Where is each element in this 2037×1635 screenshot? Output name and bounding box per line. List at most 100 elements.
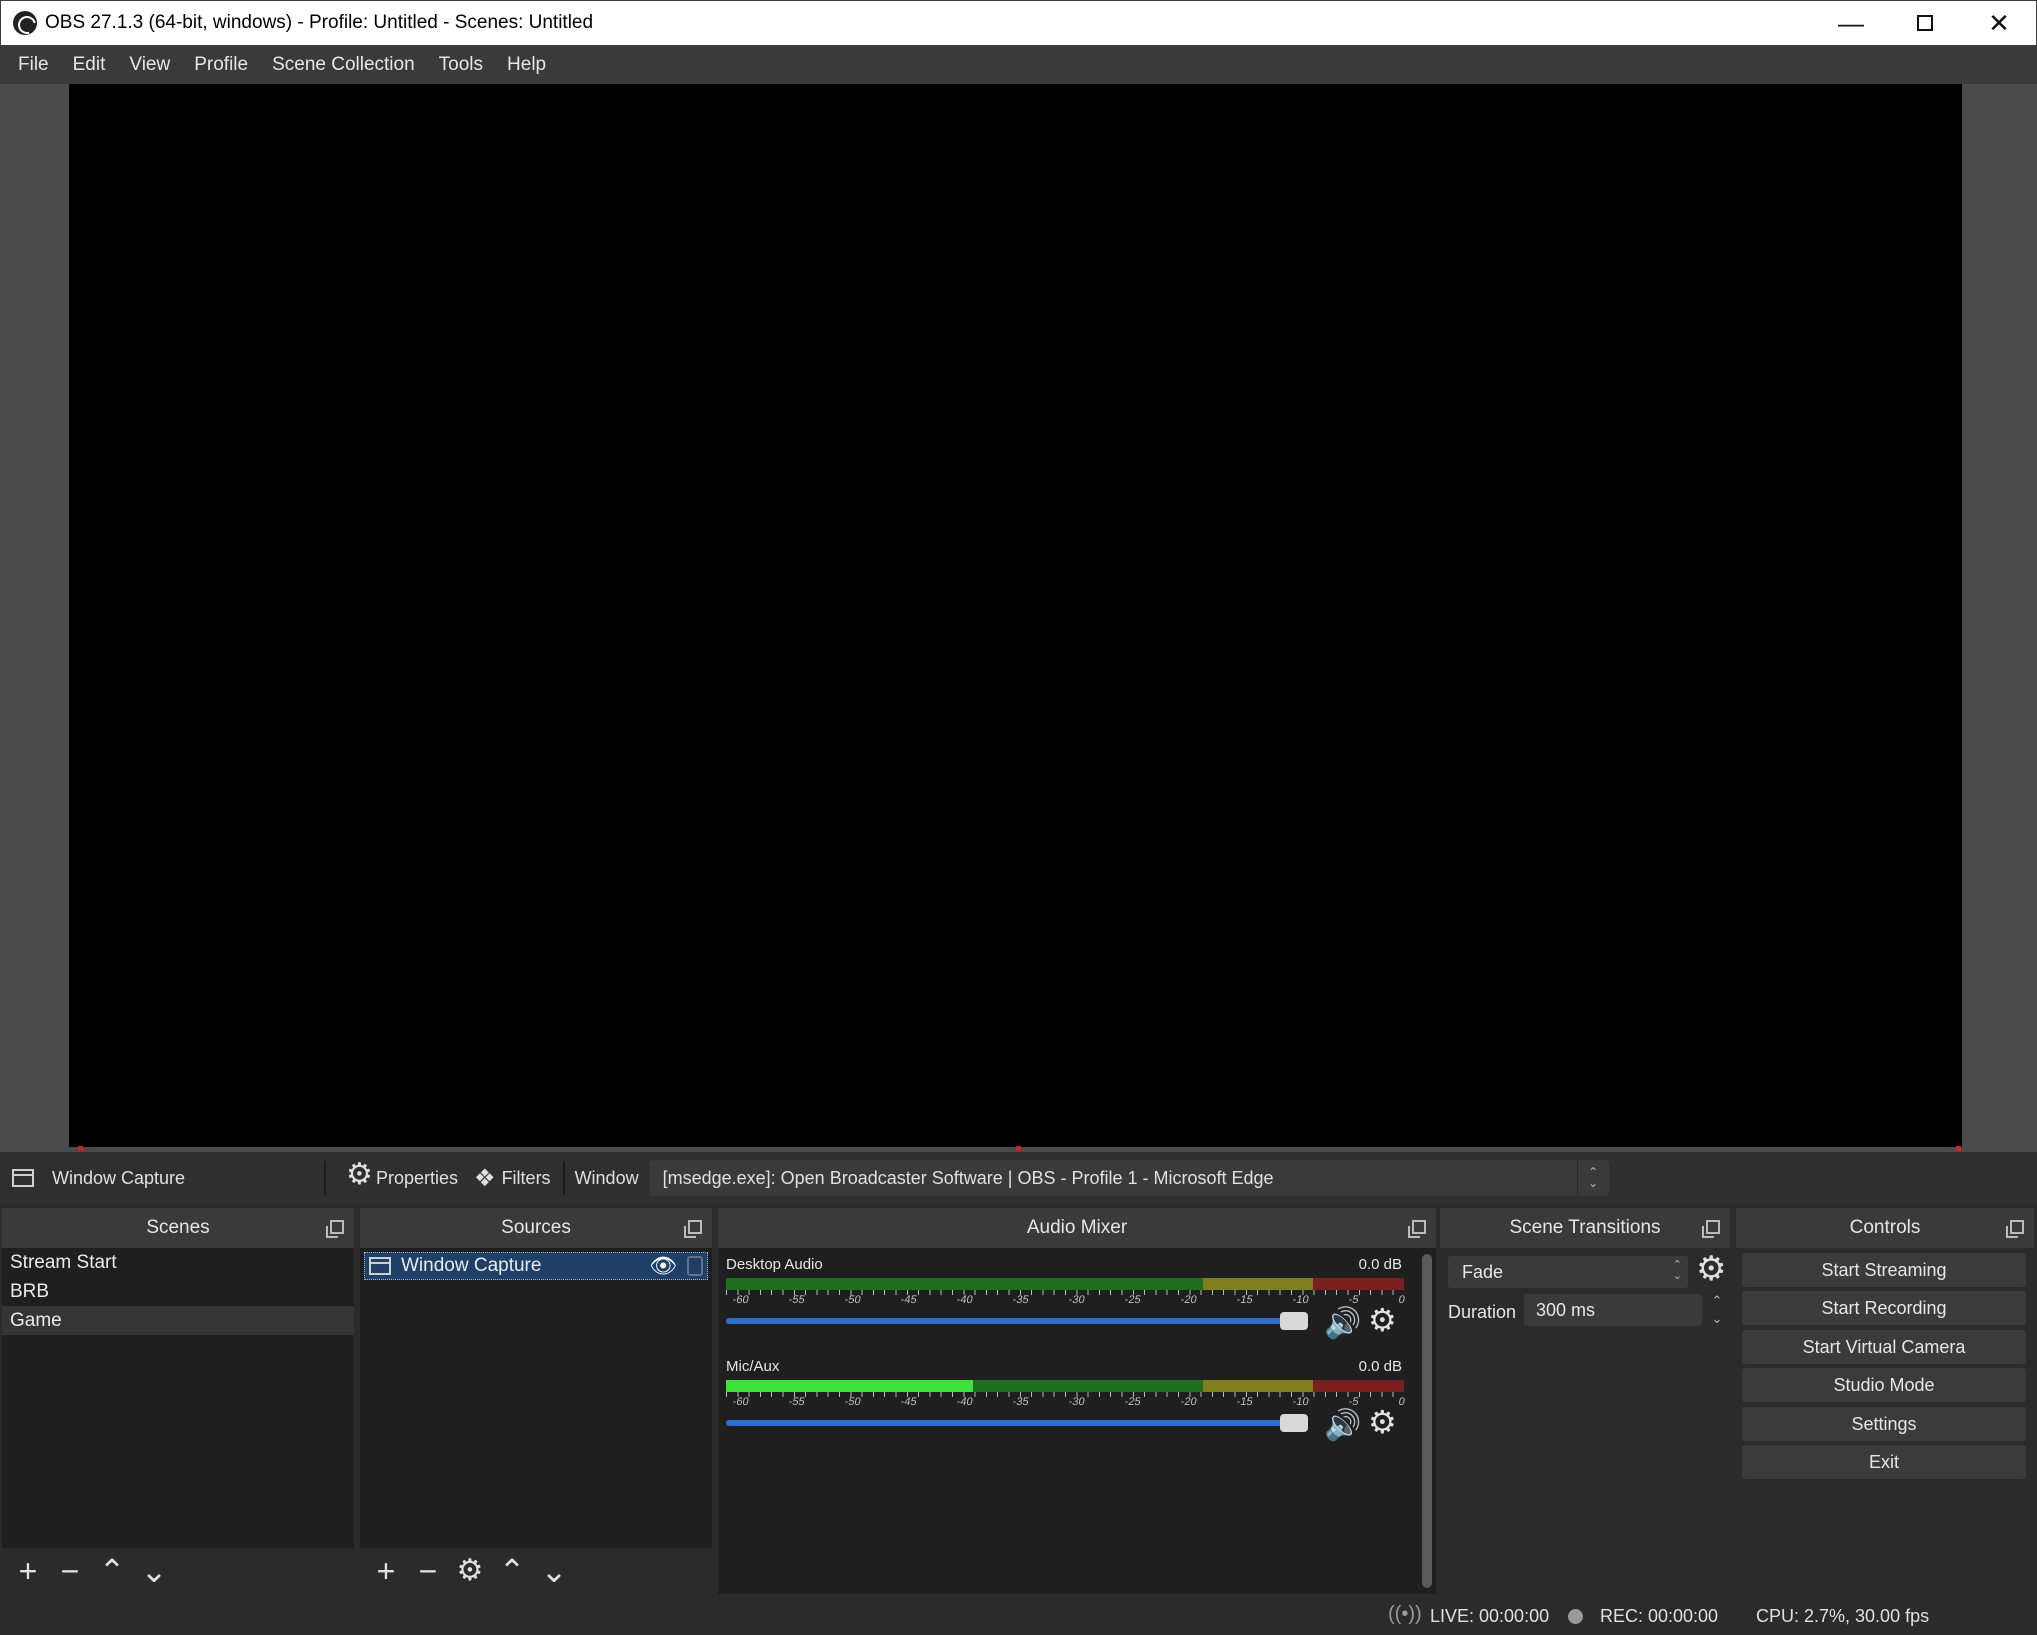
start-recording-button[interactable]: Start Recording <box>1742 1291 2026 1325</box>
start-streaming-button[interactable]: Start Streaming <box>1742 1253 2026 1287</box>
record-icon <box>1568 1609 1583 1624</box>
menu-view[interactable]: View <box>117 54 182 76</box>
menu-help[interactable]: Help <box>495 54 558 76</box>
audio-channel: Mic/Aux 0.0 dB -60 -55 -50 -45 -40 -35 -30 -25-… <box>724 1358 1408 1448</box>
minimize-icon: — <box>1838 7 1864 38</box>
chevron-down-icon[interactable]: ⌄ <box>1712 1312 1723 1326</box>
scenes-title: Scenes <box>146 1217 210 1238</box>
sources-footer: + − ⚙ ⌃ ⌄ <box>360 1548 712 1594</box>
window-capture-icon <box>12 1169 34 1187</box>
filters-label: Filters <box>501 1167 551 1188</box>
meter-scale: -60 -55 -50 -45 -40 -35 -30 -25 -20 -15 -10 -5 0 <box>731 1396 1406 1408</box>
source-handle-b[interactable] <box>1016 1146 1021 1151</box>
settings-button[interactable]: Settings <box>1742 1407 2026 1441</box>
scene-item[interactable]: Stream Start <box>2 1248 354 1277</box>
source-item-label: Window Capture <box>401 1255 542 1276</box>
close-icon: ✕ <box>1988 7 2010 38</box>
source-item[interactable]: Window Capture 👁 <box>364 1252 708 1280</box>
duration-input[interactable]: 300 ms <box>1524 1294 1702 1326</box>
lock-icon[interactable] <box>687 1256 703 1276</box>
volume-meter <box>726 1380 1404 1392</box>
duration-value: 300 ms <box>1536 1300 1596 1320</box>
channel-db: 0.0 dB <box>1358 1256 1402 1273</box>
remove-scene-button[interactable]: − <box>52 1553 88 1589</box>
gear-icon[interactable]: ⚙ <box>1368 1406 1397 1438</box>
scenes-dock-header: Scenes <box>2 1208 354 1248</box>
sources-dock: Sources Window Capture 👁 + − ⚙ ⌃ ⌄ <box>360 1208 712 1594</box>
menu-scene-collection[interactable]: Scene Collection <box>260 54 427 76</box>
add-source-button[interactable]: + <box>368 1553 404 1589</box>
start-virtual-camera-button[interactable]: Start Virtual Camera <box>1742 1330 2026 1364</box>
channel-db: 0.0 dB <box>1358 1358 1402 1375</box>
source-toolbar: Window Capture Properties ❖ Filters Wind… <box>0 1152 2037 1204</box>
rec-status: REC: 00:00:00 <box>1600 1606 1719 1626</box>
scene-transitions-title: Scene Transitions <box>1509 1217 1661 1238</box>
audio-mixer-title: Audio Mixer <box>1026 1217 1128 1238</box>
scene-item[interactable]: Game <box>2 1306 354 1335</box>
move-scene-down-button[interactable]: ⌄ <box>136 1553 172 1589</box>
minimize-button[interactable]: — <box>1814 1 1888 45</box>
volume-slider-handle[interactable] <box>1280 1414 1308 1432</box>
chevron-updown-icon: ⌃ ⌄ <box>1672 1259 1682 1282</box>
plus-icon: + <box>376 1553 396 1589</box>
move-source-up-button[interactable]: ⌃ <box>494 1553 530 1589</box>
maximize-button[interactable] <box>1888 1 1962 45</box>
toolbar-divider <box>324 1161 326 1195</box>
gear-icon[interactable]: ⚙ <box>1368 1304 1397 1336</box>
window-select[interactable]: [msedge.exe]: Open Broadcaster Software … <box>648 1160 1609 1196</box>
controls-dock-header: Controls <box>1736 1208 2034 1248</box>
volume-slider-handle[interactable] <box>1280 1312 1308 1330</box>
transition-select[interactable]: Fade ⌃ ⌄ <box>1448 1256 1688 1288</box>
window-label: Window <box>574 1167 639 1188</box>
duration-stepper[interactable]: ⌃ ⌄ <box>1704 1294 1730 1326</box>
undock-icon[interactable] <box>326 1220 344 1238</box>
channel-name: Mic/Aux <box>726 1358 780 1375</box>
cpu-status: CPU: 2.7%, 30.00 fps <box>1756 1606 1930 1626</box>
properties-button[interactable]: Properties <box>338 1160 466 1190</box>
undock-icon[interactable] <box>1408 1220 1426 1238</box>
gear-icon[interactable]: ⚙ <box>1696 1252 1726 1286</box>
chevron-up-icon[interactable]: ⌃ <box>1712 1294 1723 1308</box>
add-scene-button[interactable]: + <box>10 1553 46 1589</box>
toolbar-divider <box>562 1161 565 1195</box>
minus-icon: − <box>60 1553 80 1589</box>
close-button[interactable]: ✕ <box>1962 1 2036 45</box>
meter-scale: -60 -55 -50 -45 -40 -35 -30 -25 -20 -15 -10 -5 0 <box>731 1294 1406 1306</box>
remove-source-button[interactable]: − <box>410 1553 446 1589</box>
source-handle-bl[interactable] <box>78 1146 83 1151</box>
preview-canvas[interactable] <box>69 84 1962 1147</box>
move-source-down-button[interactable]: ⌄ <box>536 1553 572 1589</box>
source-handle-br[interactable] <box>1956 1146 1961 1151</box>
plus-icon: + <box>18 1553 38 1589</box>
filters-button[interactable]: ❖ Filters <box>466 1164 559 1193</box>
volume-slider[interactable] <box>726 1420 1291 1426</box>
eye-icon[interactable]: 👁 <box>649 1253 677 1279</box>
obs-logo-icon <box>13 11 37 35</box>
exit-button[interactable]: Exit <box>1742 1445 2026 1479</box>
undock-icon[interactable] <box>1702 1220 1720 1238</box>
undock-icon[interactable] <box>2006 1220 2024 1238</box>
window-capture-icon <box>369 1257 391 1275</box>
undock-icon[interactable] <box>684 1220 702 1238</box>
menu-file[interactable]: File <box>6 54 61 76</box>
menu-edit[interactable]: Edit <box>61 54 118 76</box>
controls-title: Controls <box>1849 1217 1921 1238</box>
move-scene-up-button[interactable]: ⌃ <box>94 1553 130 1589</box>
source-properties-button[interactable]: ⚙ <box>452 1553 488 1589</box>
studio-mode-button[interactable]: Studio Mode <box>1742 1368 2026 1402</box>
gear-icon <box>346 1160 373 1190</box>
audio-mixer-dock-header: Audio Mixer <box>718 1208 1436 1248</box>
chevron-down-icon: ⌄ <box>540 1553 568 1589</box>
volume-slider[interactable] <box>726 1318 1291 1324</box>
properties-label: Properties <box>376 1167 459 1188</box>
speaker-icon[interactable]: 🔊 <box>1324 1408 1361 1443</box>
selected-source-label: Window Capture <box>52 1167 186 1188</box>
speaker-icon[interactable]: 🔊 <box>1324 1306 1361 1341</box>
scene-item[interactable]: BRB <box>2 1277 354 1306</box>
menu-tools[interactable]: Tools <box>427 54 495 76</box>
controls-body: Start Streaming Start Recording Start Vi… <box>1736 1248 2034 1594</box>
maximize-icon <box>1917 15 1933 31</box>
gear-icon: ⚙ <box>456 1554 484 1587</box>
menu-profile[interactable]: Profile <box>182 54 260 76</box>
mixer-scrollbar[interactable] <box>1422 1254 1432 1588</box>
